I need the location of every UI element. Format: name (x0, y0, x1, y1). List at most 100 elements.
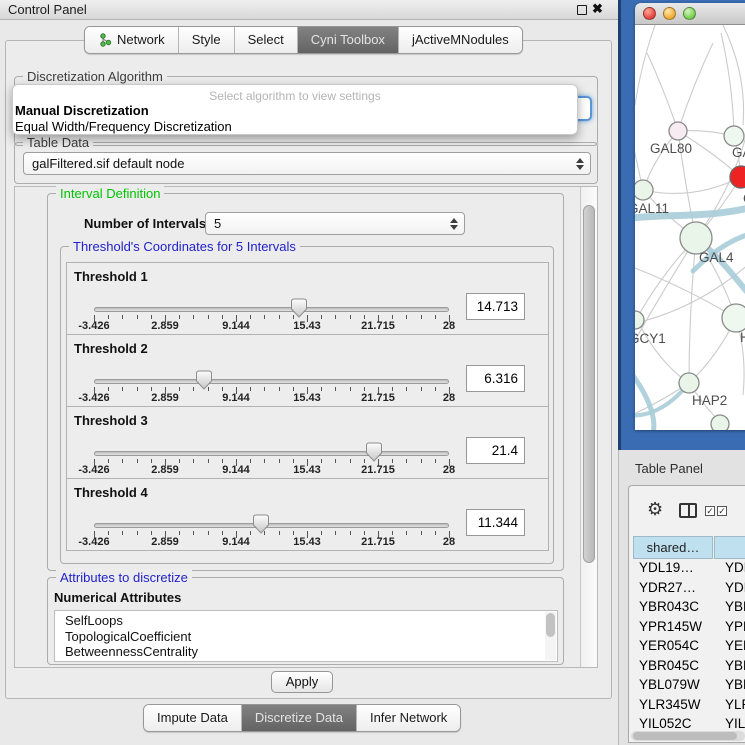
slider-track[interactable] (94, 451, 449, 456)
slider-thumb[interactable] (195, 370, 213, 390)
scrollbar-thumb[interactable] (633, 732, 737, 740)
slider-tick (335, 531, 336, 535)
settings-scrollpane: Interval Definition Number of Intervals … (14, 186, 598, 668)
slider-tick (335, 315, 336, 319)
slider-tick (137, 387, 138, 391)
numerical-attributes-list[interactable]: SelfLoopsTopologicalCoefficientBetweenne… (54, 610, 558, 662)
slider-tick (179, 315, 180, 319)
attribute-item[interactable]: BetweennessCentrality (55, 644, 557, 660)
cell-name: YER0 (725, 638, 745, 653)
attribute-item[interactable]: SelfLoops (55, 613, 557, 629)
table-row[interactable]: YBR043CYBR0 (633, 599, 745, 619)
network-window[interactable]: GAL80GACGAL11GAL4GCY1HHAP2 (635, 3, 745, 430)
table-row[interactable]: YLR345WYLR3 (633, 697, 745, 717)
slider-tick (151, 315, 152, 319)
slider-thumb[interactable] (290, 298, 308, 318)
tab-select[interactable]: Select (234, 27, 297, 53)
slider-tick (392, 531, 393, 535)
checkbox-icon[interactable]: ✓ (705, 506, 715, 516)
table-row[interactable]: YPR145WYPR1 (633, 619, 745, 639)
table-row[interactable]: YBL079WYBL0 (633, 677, 745, 697)
spinner-arrows-icon[interactable] (450, 218, 458, 230)
vertical-scrollbar[interactable] (580, 187, 597, 667)
cell-name: YIL0 (725, 716, 745, 731)
column-header-name[interactable]: na (714, 536, 745, 559)
slider-tick (250, 459, 251, 463)
threshold-value-field[interactable]: 14.713 (466, 293, 525, 320)
slider-tick (179, 531, 180, 535)
attributes-scrollbar[interactable] (545, 612, 556, 660)
gear-icon[interactable]: ⚙ (647, 500, 663, 518)
table-data-combobox[interactable]: galFiltered.sif default node (23, 152, 591, 175)
table-panel-inner: ⚙ ✓ ✓ shared… na YDL19…YDL1YDR27…YDR2YBR… (628, 485, 745, 743)
slider-tick-label: -3.426 (78, 464, 109, 476)
slider-track[interactable] (94, 307, 449, 312)
table-panel-title: Table Panel (635, 461, 703, 476)
group-title: Discretization Algorithm (23, 69, 167, 84)
zoom-traffic-light-icon[interactable] (683, 7, 696, 20)
table-row[interactable]: YER054CYER0 (633, 638, 745, 658)
svg-text:GCY1: GCY1 (635, 331, 666, 346)
slider-tick-label: 21.715 (361, 536, 395, 548)
spinner-value: 5 (214, 216, 221, 231)
close-icon[interactable]: ✖ (592, 1, 603, 17)
slider-tick (279, 387, 280, 391)
threshold-value-field[interactable]: 6.316 (466, 365, 525, 392)
slider-tick (264, 459, 265, 463)
table-row[interactable]: YIL052CYIL0 (633, 716, 745, 732)
slider-tick (392, 459, 393, 463)
network-canvas[interactable]: GAL80GACGAL11GAL4GCY1HHAP2 (635, 25, 745, 430)
tab-network[interactable]: Network (85, 27, 178, 53)
slider-thumb[interactable] (252, 514, 270, 534)
slider-tick (421, 315, 422, 319)
slider-tick (421, 459, 422, 463)
tab-label: jActiveMNodules (412, 32, 509, 47)
slider-tick-label: 28 (443, 536, 455, 548)
slider-tick (435, 531, 436, 535)
number-of-intervals-spinner[interactable]: 5 (205, 212, 465, 235)
slider-tick (222, 459, 223, 463)
split-view-icon[interactable] (679, 503, 697, 518)
tab-impute-data[interactable]: Impute Data (144, 705, 241, 731)
scrollbar-thumb[interactable] (546, 613, 555, 637)
apply-button[interactable]: Apply (271, 671, 333, 693)
slider-track[interactable] (94, 379, 449, 384)
group-title: Interval Definition (56, 186, 164, 201)
threshold-label: Threshold 4 (74, 485, 148, 500)
panel-title: Control Panel (8, 2, 87, 17)
slider-tick (193, 531, 194, 535)
tab-jactivemnodules[interactable]: jActiveMNodules (398, 27, 522, 53)
minimize-traffic-light-icon[interactable] (663, 7, 676, 20)
float-window-icon[interactable] (577, 5, 587, 15)
cell-shared-name: YDR27… (639, 580, 696, 595)
cell-name: YBL0 (725, 677, 745, 692)
slider-track[interactable] (94, 523, 449, 528)
popup-item-equal-width-frequency[interactable]: Equal Width/Frequency Discretization (13, 119, 577, 135)
slider-thumb[interactable] (365, 442, 383, 462)
close-traffic-light-icon[interactable] (643, 7, 656, 20)
slider-tick (321, 387, 322, 391)
threshold-value-field[interactable]: 21.4 (466, 437, 525, 464)
slider-tick (108, 459, 109, 463)
tab-infer-network[interactable]: Infer Network (356, 705, 460, 731)
tab-cyni-toolbox[interactable]: Cyni Toolbox (297, 27, 398, 53)
top-tabbar: Network Style Select Cyni Toolbox jActiv… (84, 26, 523, 54)
table-row[interactable]: YDL19…YDL1 (633, 560, 745, 580)
slider-tick (364, 531, 365, 535)
slider-tick (406, 531, 407, 535)
column-header-shared-name[interactable]: shared… (633, 536, 713, 559)
popup-item-manual-discretization[interactable]: Manual Discretization (13, 103, 577, 119)
slider-tick (364, 387, 365, 391)
table-row[interactable]: YDR27…YDR2 (633, 580, 745, 600)
combobox-arrows-icon[interactable] (576, 158, 584, 170)
tab-style[interactable]: Style (178, 27, 234, 53)
table-row[interactable]: YBR045CYBR0 (633, 658, 745, 678)
slider-tick-label: 21.715 (361, 320, 395, 332)
horizontal-scrollbar[interactable] (631, 731, 745, 741)
network-window-titlebar[interactable] (635, 3, 745, 25)
tab-discretize-data[interactable]: Discretize Data (241, 705, 356, 731)
threshold-value-field[interactable]: 11.344 (466, 509, 525, 536)
checkbox-icon[interactable]: ✓ (717, 506, 727, 516)
scrollbar-thumb[interactable] (583, 205, 595, 563)
attribute-item[interactable]: TopologicalCoefficient (55, 629, 557, 645)
